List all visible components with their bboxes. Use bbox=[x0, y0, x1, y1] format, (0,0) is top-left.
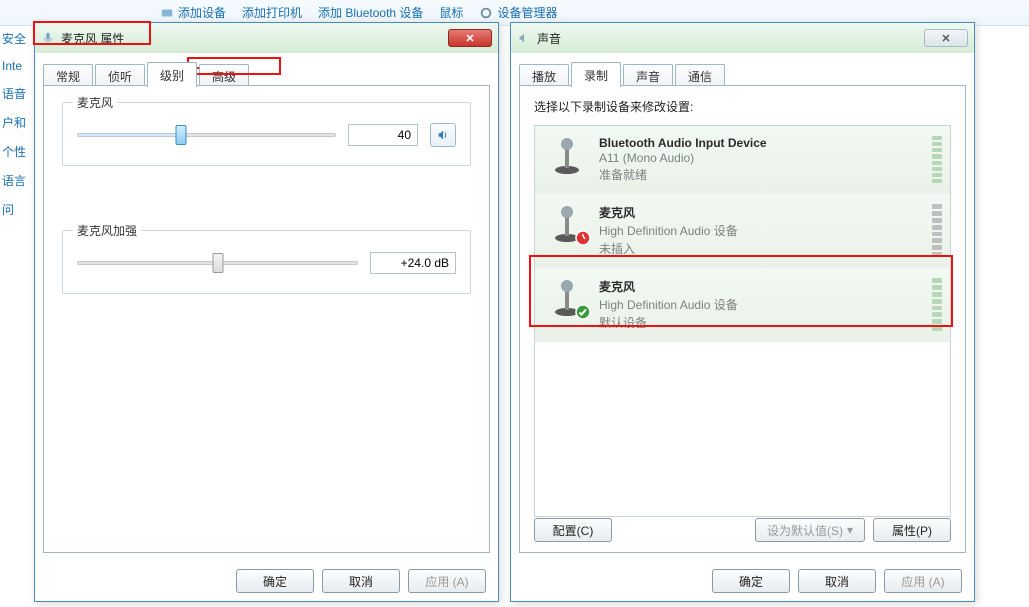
link-add-bluetooth[interactable]: 添加 Bluetooth 设备 bbox=[318, 4, 423, 21]
gear-icon bbox=[479, 6, 493, 20]
device-subtitle: A11 (Mono Audio) bbox=[599, 151, 767, 165]
sound-icon bbox=[517, 31, 531, 45]
dialog-button-row: 确定 取消 应用 (A) bbox=[35, 561, 498, 601]
dialog-titlebar[interactable]: 麦克风 属性 ✕ bbox=[35, 23, 498, 53]
mute-button[interactable] bbox=[430, 123, 456, 147]
dialog-title-text: 声音 bbox=[537, 30, 561, 47]
configure-button[interactable]: 配置(C) bbox=[534, 518, 612, 542]
microphone-volume-slider[interactable] bbox=[77, 123, 336, 147]
dialog-icon bbox=[41, 31, 55, 45]
dialog-button-row: 确定 取消 应用 (A) bbox=[511, 561, 974, 601]
microphone-properties-dialog: 麦克风 属性 ✕ 常规 侦听 级别 高级 麦克风 bbox=[34, 22, 499, 602]
cancel-button[interactable]: 取消 bbox=[322, 569, 400, 593]
apply-button[interactable]: 应用 (A) bbox=[408, 569, 486, 593]
device-name: Bluetooth Audio Input Device bbox=[599, 136, 767, 150]
microphone-boost-group: 麦克风加强 bbox=[62, 230, 471, 294]
device-status: 默认设备 bbox=[599, 314, 738, 331]
level-meter bbox=[932, 204, 942, 257]
sound-dialog: 声音 ✕ 播放 录制 声音 通信 选择以下录制设备来修改设置: Bluetoot… bbox=[510, 22, 975, 602]
recording-device-list[interactable]: Bluetooth Audio Input Device A11 (Mono A… bbox=[534, 125, 951, 517]
microphone-icon bbox=[549, 136, 585, 176]
device-status: 准备就绪 bbox=[599, 166, 767, 183]
group-label: 麦克风 bbox=[73, 94, 117, 111]
close-button[interactable]: ✕ bbox=[448, 29, 492, 47]
device-subtitle: High Definition Audio 设备 bbox=[599, 222, 738, 239]
device-item-default[interactable]: 麦克风 High Definition Audio 设备 默认设备 bbox=[535, 268, 950, 342]
device-status: 未插入 bbox=[599, 240, 738, 257]
tab-sounds[interactable]: 声音 bbox=[623, 64, 673, 87]
unplugged-badge-icon bbox=[575, 230, 591, 246]
close-icon: ✕ bbox=[941, 32, 950, 45]
close-icon: ✕ bbox=[465, 32, 474, 45]
properties-button[interactable]: 属性(P) bbox=[873, 518, 951, 542]
tab-general[interactable]: 常规 bbox=[43, 64, 93, 87]
speaker-icon bbox=[436, 128, 450, 142]
device-name: 麦克风 bbox=[599, 204, 738, 221]
tab-recording[interactable]: 录制 bbox=[571, 62, 621, 87]
tab-communications[interactable]: 通信 bbox=[675, 64, 725, 87]
level-meter bbox=[932, 278, 942, 331]
group-label: 麦克风加强 bbox=[73, 222, 141, 239]
sound-tabs: 播放 录制 声音 通信 bbox=[511, 53, 974, 87]
properties-tabs: 常规 侦听 级别 高级 bbox=[35, 53, 498, 87]
ok-button[interactable]: 确定 bbox=[712, 569, 790, 593]
link-device-manager[interactable]: 设备管理器 bbox=[479, 4, 557, 21]
tab-listen[interactable]: 侦听 bbox=[95, 64, 145, 87]
device-name: 麦克风 bbox=[599, 278, 738, 295]
levels-panel: 麦克风 麦克风加强 bbox=[43, 85, 490, 553]
device-item-unplugged[interactable]: 麦克风 High Definition Audio 设备 未插入 bbox=[535, 194, 950, 268]
link-add-printer[interactable]: 添加打印机 bbox=[242, 4, 302, 21]
microphone-level-group: 麦克风 bbox=[62, 102, 471, 166]
apply-button[interactable]: 应用 (A) bbox=[884, 569, 962, 593]
tab-advanced[interactable]: 高级 bbox=[199, 64, 249, 87]
link-add-device[interactable]: 添加设备 bbox=[160, 4, 226, 21]
close-button[interactable]: ✕ bbox=[924, 29, 968, 47]
device-item-bluetooth[interactable]: Bluetooth Audio Input Device A11 (Mono A… bbox=[535, 126, 950, 194]
dialog-title-text: 麦克风 属性 bbox=[61, 30, 124, 47]
tab-levels[interactable]: 级别 bbox=[147, 62, 197, 87]
link-mouse[interactable]: 鼠标 bbox=[439, 4, 463, 21]
device-subtitle: High Definition Audio 设备 bbox=[599, 296, 738, 313]
sidebar-cropped: 安全 Inte 语音 户和 个性 语言 问 bbox=[0, 24, 32, 224]
cancel-button[interactable]: 取消 bbox=[798, 569, 876, 593]
microphone-volume-value[interactable] bbox=[348, 124, 418, 146]
set-default-button[interactable]: 设为默认值(S) ▾ bbox=[755, 518, 865, 542]
dialog-titlebar[interactable]: 声音 ✕ bbox=[511, 23, 974, 53]
default-check-badge-icon bbox=[575, 304, 591, 320]
level-meter bbox=[932, 136, 942, 183]
recording-panel: 选择以下录制设备来修改设置: Bluetooth Audio Input Dev… bbox=[519, 85, 966, 553]
ok-button[interactable]: 确定 bbox=[236, 569, 314, 593]
chevron-down-icon: ▾ bbox=[847, 523, 853, 537]
panel-hint: 选择以下录制设备来修改设置: bbox=[534, 98, 951, 115]
device-icon bbox=[160, 6, 174, 20]
microphone-boost-slider[interactable] bbox=[77, 251, 358, 275]
microphone-boost-value[interactable] bbox=[370, 252, 456, 274]
tab-playback[interactable]: 播放 bbox=[519, 64, 569, 87]
